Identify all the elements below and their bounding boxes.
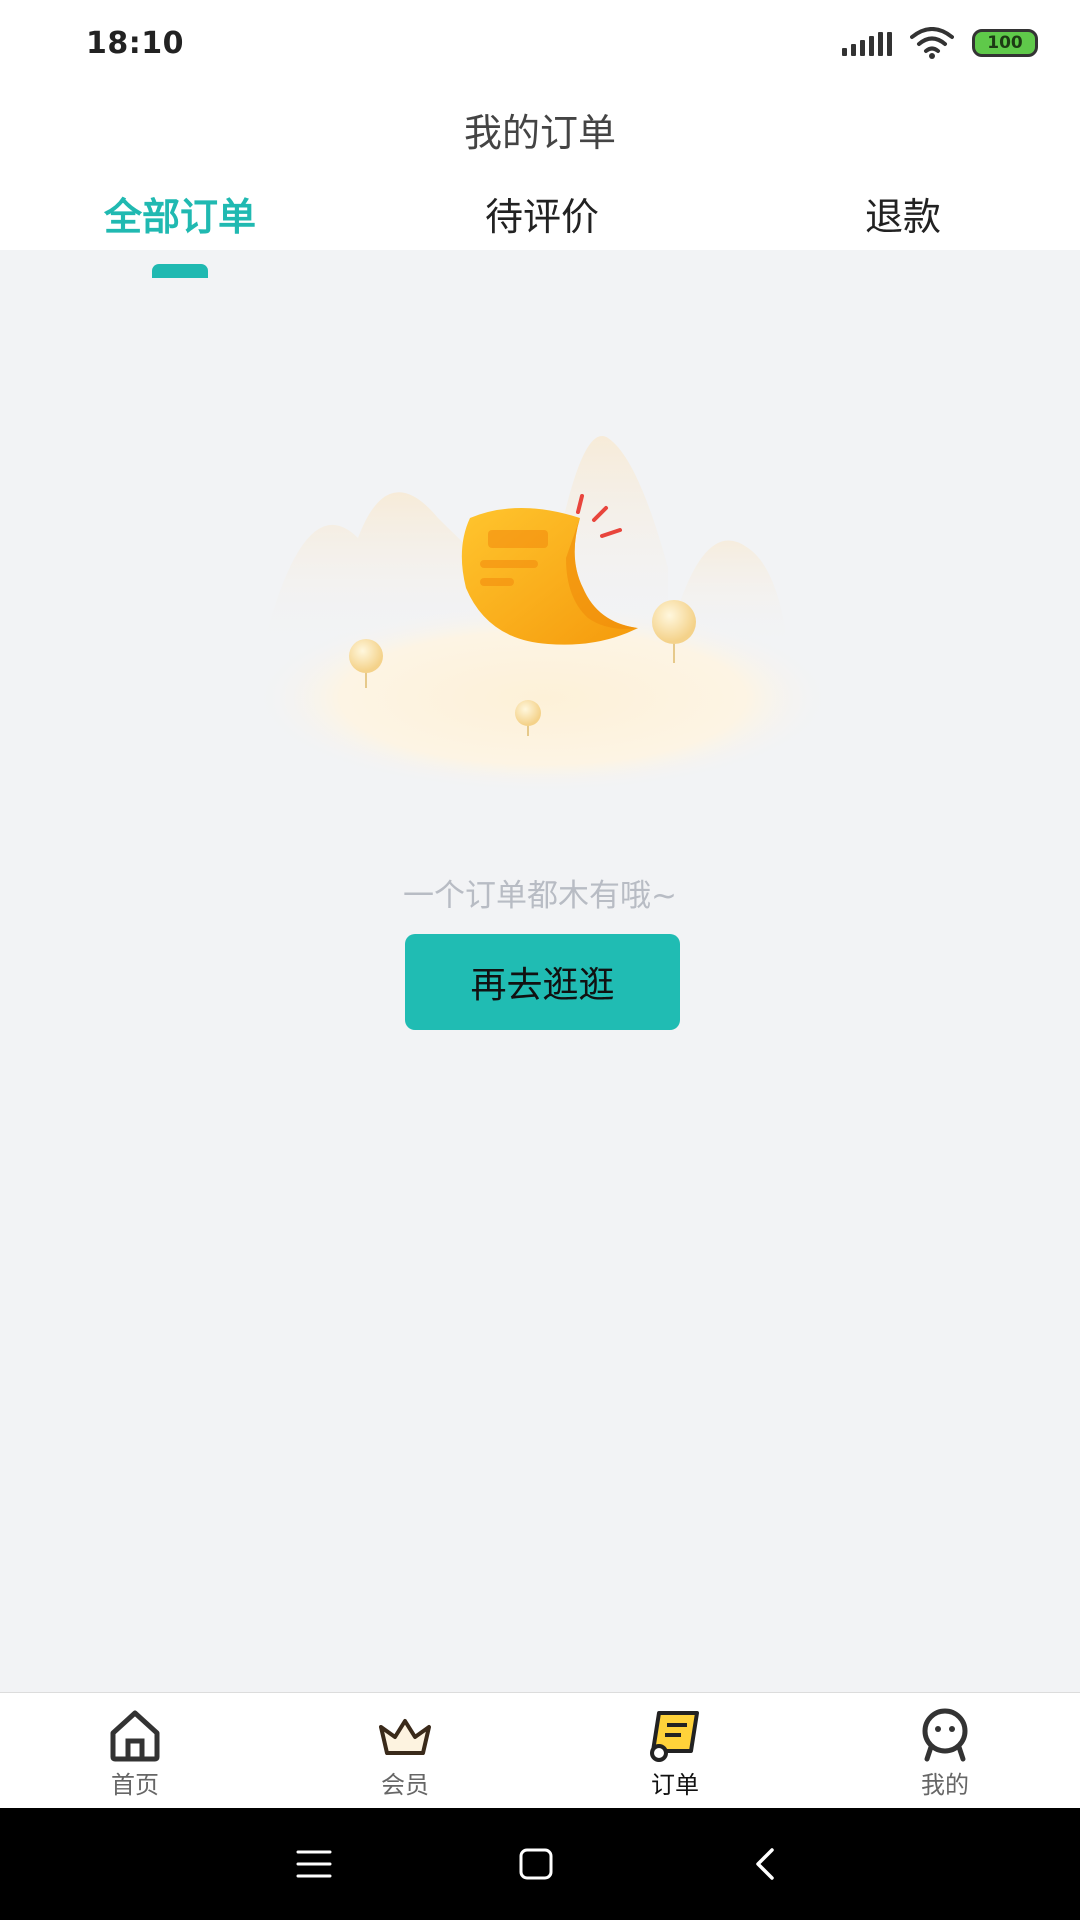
profile-icon <box>922 1708 968 1762</box>
nav-label-profile: 我的 <box>921 1771 969 1799</box>
back-icon[interactable] <box>746 1844 786 1884</box>
nav-item-home[interactable]: 首页 <box>0 1693 270 1808</box>
status-time: 18:10 <box>86 25 184 61</box>
wifi-icon <box>910 27 954 59</box>
system-nav-bar <box>0 1808 1080 1920</box>
nav-label-member: 会员 <box>381 1771 429 1799</box>
header: 我的订单 全部订单 待评价 退款 <box>0 86 1080 278</box>
status-icons: 100 <box>842 27 1038 59</box>
nav-label-orders: 订单 <box>651 1771 699 1799</box>
battery-icon: 100 <box>972 29 1038 57</box>
empty-order-illustration <box>253 436 833 793</box>
home-square-icon[interactable] <box>516 1844 556 1884</box>
tab-all-orders[interactable]: 全部订单 <box>104 186 256 241</box>
nav-item-orders[interactable]: 订单 <box>540 1693 810 1808</box>
battery-level: 100 <box>987 33 1023 53</box>
signal-icon <box>842 30 892 56</box>
bottom-nav: 首页 会员 订单 我的 <box>0 1692 1080 1808</box>
empty-state-message: 一个订单都木有哦~ <box>403 878 677 914</box>
page-title: 我的订单 <box>463 111 616 155</box>
menu-icon[interactable] <box>294 1844 334 1884</box>
tab-refund[interactable]: 退款 <box>865 186 941 241</box>
tab-pending-review[interactable]: 待评价 <box>485 186 599 241</box>
status-bar: 18:10 100 <box>0 0 1080 86</box>
orders-screen: 18:10 100 我的订单 全部订单 待评价 退款 一个订单都木有哦~ 再去逛… <box>0 0 1080 1920</box>
active-tab-indicator <box>152 264 208 278</box>
browse-again-button[interactable]: 再去逛逛 <box>405 934 680 1030</box>
nav-label-home: 首页 <box>111 1771 159 1799</box>
crown-icon <box>379 1719 431 1755</box>
order-tabs: 全部订单 待评价 退款 <box>0 186 1080 250</box>
home-icon <box>110 1710 160 1762</box>
nav-item-member[interactable]: 会员 <box>270 1693 540 1808</box>
order-icon <box>650 1711 699 1762</box>
nav-item-profile[interactable]: 我的 <box>810 1693 1080 1808</box>
